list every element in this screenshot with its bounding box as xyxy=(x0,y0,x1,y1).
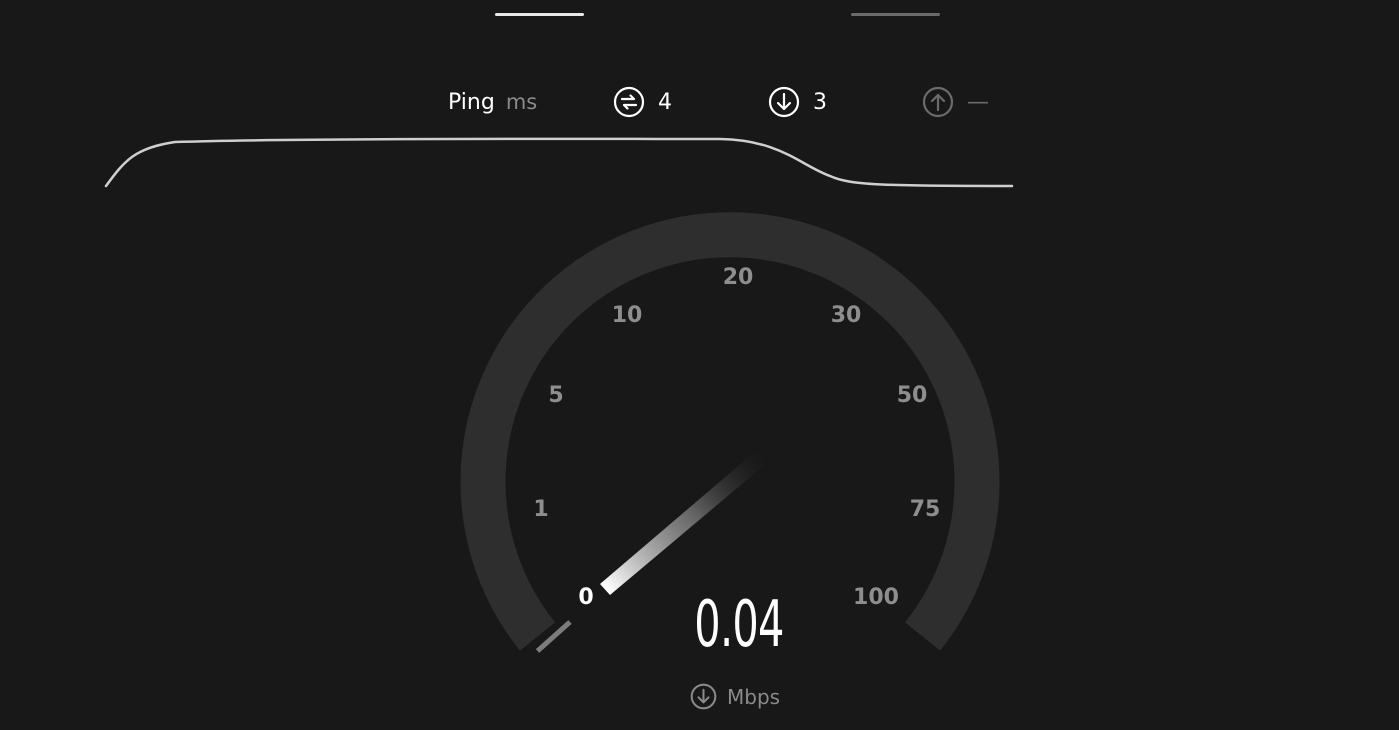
gauge-needle xyxy=(600,450,767,595)
tick-label: 10 xyxy=(612,303,643,328)
tick-label: 75 xyxy=(910,497,941,522)
tick-label: 30 xyxy=(831,303,862,328)
speed-unit: Mbps xyxy=(690,683,780,710)
speed-unit-label: Mbps xyxy=(727,684,781,709)
gauge-track xyxy=(460,212,1000,651)
tick-label: 1 xyxy=(533,497,548,522)
tick-label: 100 xyxy=(853,585,899,610)
speedtest-screen: Ping ms 4 3 — 0 1 5 10 20 30 50 75 100 0… xyxy=(0,0,1399,730)
tick-label: 0 xyxy=(578,585,593,610)
tick-label: 20 xyxy=(723,265,754,290)
tick-label: 50 xyxy=(897,383,928,408)
download-arrow-icon xyxy=(690,683,717,710)
tick-label: 5 xyxy=(548,383,563,408)
speed-readout: 0.04 xyxy=(694,588,784,662)
